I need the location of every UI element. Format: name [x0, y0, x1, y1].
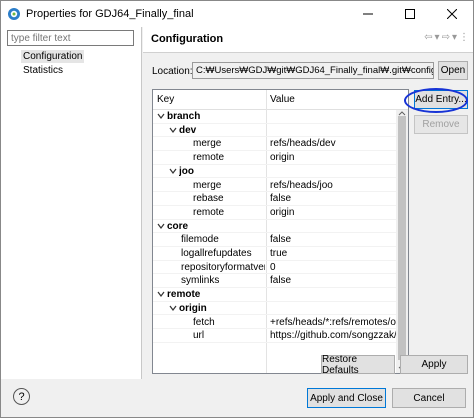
- row-key: branch: [167, 111, 201, 122]
- row-key: fetch: [193, 316, 215, 328]
- row-value: false: [270, 275, 292, 287]
- row-key: origin: [179, 302, 207, 314]
- row-value: true: [270, 248, 288, 259]
- row-value: origin: [270, 152, 295, 164]
- row-key: symlinks: [181, 275, 220, 287]
- add-entry-button[interactable]: Add Entry...: [414, 90, 468, 109]
- open-button[interactable]: Open: [438, 61, 468, 80]
- row-value: +refs/heads/*:refs/remotes/ori: [270, 316, 396, 328]
- maximize-button[interactable]: [389, 1, 431, 27]
- table-row[interactable]: dev: [153, 124, 396, 138]
- title-bar: Properties for GDJ64_Finally_final: [1, 1, 473, 27]
- table-row[interactable]: filemode false: [153, 233, 396, 247]
- close-button[interactable]: [431, 1, 473, 27]
- row-key: rebase: [193, 193, 224, 205]
- table-row[interactable]: fetch +refs/heads/*:refs/remotes/ori: [153, 316, 396, 330]
- filter-input[interactable]: [7, 30, 134, 46]
- eclipse-app-icon: [8, 8, 20, 20]
- row-key: core: [167, 220, 189, 232]
- page-title: Configuration: [151, 33, 224, 45]
- row-value: origin: [270, 206, 295, 218]
- location-label: Location:: [152, 66, 193, 77]
- nav-item-statistics[interactable]: Statistics: [21, 64, 65, 77]
- table-row[interactable]: origin: [153, 302, 396, 316]
- table-row[interactable]: symlinks false: [153, 274, 396, 289]
- expand-chevron-icon[interactable]: [169, 126, 177, 134]
- row-key: repositoryformatversi: [181, 261, 265, 273]
- table-row[interactable]: merge refs/heads/dev: [153, 137, 396, 152]
- properties-nav-pane: Configuration Statistics: [1, 27, 142, 379]
- row-value: refs/heads/joo: [270, 179, 333, 191]
- view-menu-icon[interactable]: ⋮: [459, 32, 469, 43]
- configuration-page: Configuration ⇦ ▾ ⇨ ▾ ⋮ Location: C:₩Use…: [143, 27, 473, 379]
- config-tree-table: Key Value branch dev merge refs/heads/dev re…: [152, 89, 409, 374]
- apply-and-close-button[interactable]: Apply and Close: [307, 388, 386, 408]
- dialog-button-bar: ? Apply and Close Cancel: [1, 379, 473, 417]
- row-key: joo: [179, 165, 194, 177]
- table-row[interactable]: remote origin: [153, 151, 396, 165]
- row-value: false: [270, 193, 292, 205]
- row-key: url: [193, 330, 205, 342]
- table-row[interactable]: remote: [153, 288, 396, 302]
- expand-chevron-icon[interactable]: [157, 290, 165, 298]
- minimize-button[interactable]: [347, 1, 389, 27]
- forward-dropdown-icon[interactable]: ▾: [452, 32, 457, 43]
- table-row[interactable]: merge refs/heads/joo: [153, 179, 396, 193]
- key-column-header[interactable]: Key: [157, 94, 174, 105]
- table-header: Key Value: [153, 90, 408, 110]
- nav-item-configuration[interactable]: Configuration: [21, 50, 85, 63]
- row-key: merge: [193, 179, 222, 191]
- remove-button[interactable]: Remove: [414, 115, 468, 134]
- table-row[interactable]: joo: [153, 165, 396, 179]
- row-key: remote: [193, 206, 225, 218]
- table-row[interactable]: branch: [153, 110, 396, 124]
- properties-window: Properties for GDJ64_Finally_final Confi…: [0, 0, 474, 418]
- row-key: merge: [193, 138, 222, 150]
- table-row[interactable]: rebase false: [153, 192, 396, 206]
- row-key: dev: [179, 124, 197, 136]
- table-row[interactable]: logallrefupdates true: [153, 247, 396, 261]
- row-value: refs/heads/dev: [270, 138, 336, 150]
- row-value: false: [270, 234, 292, 246]
- table-row[interactable]: remote origin: [153, 206, 396, 220]
- restore-defaults-button[interactable]: Restore Defaults: [321, 354, 395, 376]
- expand-chevron-icon[interactable]: [157, 112, 165, 120]
- row-key: remote: [167, 289, 201, 301]
- expand-chevron-icon[interactable]: [169, 167, 177, 175]
- row-value: https://github.com/songzzak/: [270, 330, 396, 342]
- maximize-icon: [405, 9, 415, 19]
- row-key: filemode: [181, 234, 219, 246]
- table-row[interactable]: repositoryformatversi 0: [153, 261, 396, 275]
- minimize-icon: [363, 13, 373, 15]
- scroll-thumb[interactable]: [398, 116, 406, 360]
- page-header: Configuration ⇦ ▾ ⇨ ▾ ⋮: [143, 27, 473, 53]
- help-icon[interactable]: ?: [13, 388, 30, 405]
- close-icon: [447, 9, 457, 19]
- table-row[interactable]: core: [153, 220, 396, 234]
- window-title: Properties for GDJ64_Finally_final: [26, 8, 194, 20]
- row-key: logallrefupdates: [181, 248, 252, 259]
- value-column-header[interactable]: Value: [270, 94, 295, 105]
- cancel-button[interactable]: Cancel: [392, 388, 466, 408]
- back-arrow-icon[interactable]: ⇦: [424, 32, 432, 43]
- location-field[interactable]: C:₩Users₩GDJ₩git₩GDJ64_Finally_final₩.gi…: [192, 62, 434, 79]
- vertical-scrollbar[interactable]: [396, 110, 408, 373]
- back-dropdown-icon[interactable]: ▾: [435, 32, 440, 43]
- expand-chevron-icon[interactable]: [157, 222, 165, 230]
- forward-arrow-icon[interactable]: ⇨: [442, 32, 450, 43]
- row-value: 0: [270, 261, 276, 273]
- expand-chevron-icon[interactable]: [169, 304, 177, 312]
- apply-button[interactable]: Apply: [400, 355, 468, 374]
- table-row[interactable]: url https://github.com/songzzak/: [153, 329, 396, 343]
- row-key: remote: [193, 152, 225, 164]
